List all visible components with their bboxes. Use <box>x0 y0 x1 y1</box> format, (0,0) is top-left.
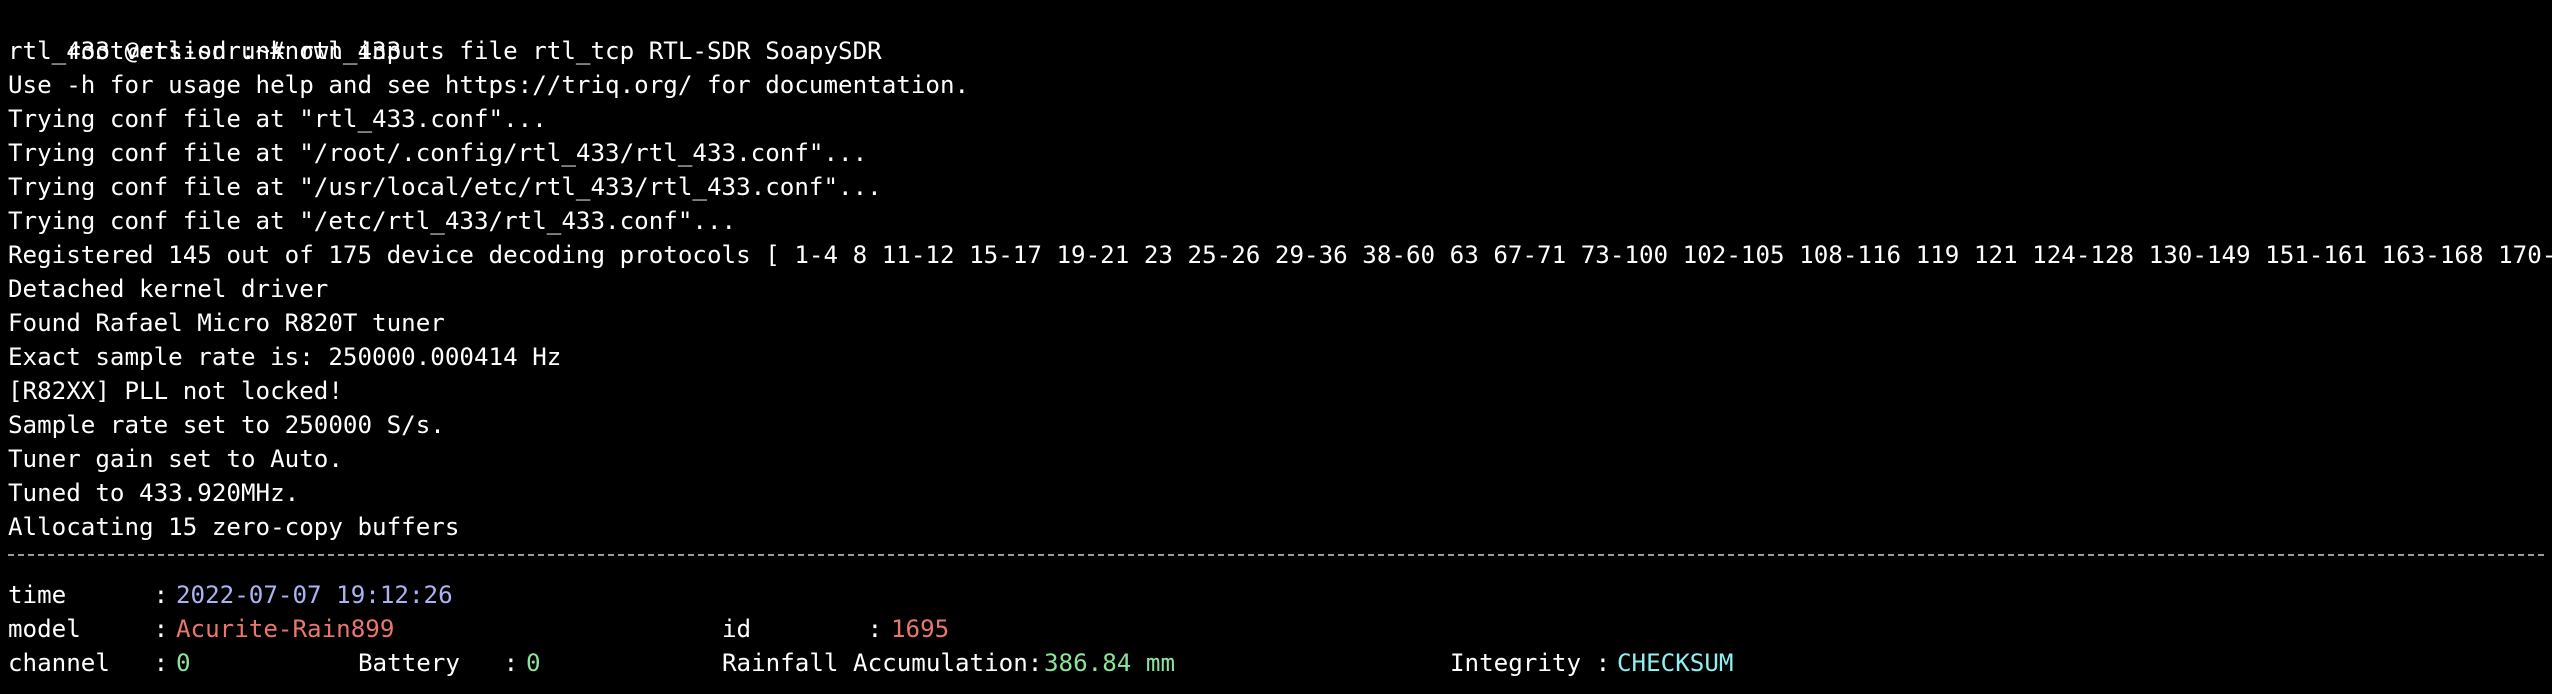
output-line: Registered 145 out of 175 device decodin… <box>8 241 2552 269</box>
output-line: Trying conf file at "rtl_433.conf"... <box>8 105 547 133</box>
battery-label: Battery : <box>358 649 519 677</box>
output-line: Exact sample rate is: 250000.000414 Hz <box>8 343 562 371</box>
terminal-window[interactable]: root@rtl-sdr:~# rtl_433 rtl_433 version … <box>8 0 2552 694</box>
id-value: 1695 <box>891 615 950 643</box>
integrity-label: Integrity : <box>1450 649 1611 677</box>
output-line: Sample rate set to 250000 S/s. <box>8 411 445 439</box>
command-line: root@rtl-sdr:~# rtl_433 <box>8 0 401 65</box>
rainfall-label: Rainfall Accumulation: <box>722 649 1043 677</box>
output-line: Trying conf file at "/etc/rtl_433/rtl_43… <box>8 207 737 235</box>
output-line: Tuner gain set to Auto. <box>8 445 343 473</box>
channel-value: 0 <box>176 649 191 677</box>
time-label: time : <box>8 581 169 609</box>
id-label: id : <box>722 615 883 643</box>
output-line: Found Rafael Micro R820T tuner <box>8 309 445 337</box>
output-line: Detached kernel driver <box>8 275 329 303</box>
output-line: rtl_433 version unknown inputs file rtl_… <box>8 37 882 65</box>
rainfall-value: 386.84 mm <box>1044 649 1176 677</box>
channel-label: channel : <box>8 649 169 677</box>
model-value: Acurite-Rain899 <box>176 615 395 643</box>
output-line: Trying conf file at "/usr/local/etc/rtl_… <box>8 173 882 201</box>
integrity-value: CHECKSUM <box>1617 649 1734 677</box>
output-line: Use -h for usage help and see https://tr… <box>8 71 970 99</box>
record-divider <box>8 554 2544 556</box>
time-value: 2022-07-07 19:12:26 <box>176 581 453 609</box>
output-line: [R82XX] PLL not locked! <box>8 377 343 405</box>
output-line: Trying conf file at "/root/.config/rtl_4… <box>8 139 868 167</box>
output-line: Allocating 15 zero-copy buffers <box>8 513 460 541</box>
output-line: Tuned to 433.920MHz. <box>8 479 300 507</box>
model-label: model : <box>8 615 169 643</box>
battery-value: 0 <box>526 649 541 677</box>
